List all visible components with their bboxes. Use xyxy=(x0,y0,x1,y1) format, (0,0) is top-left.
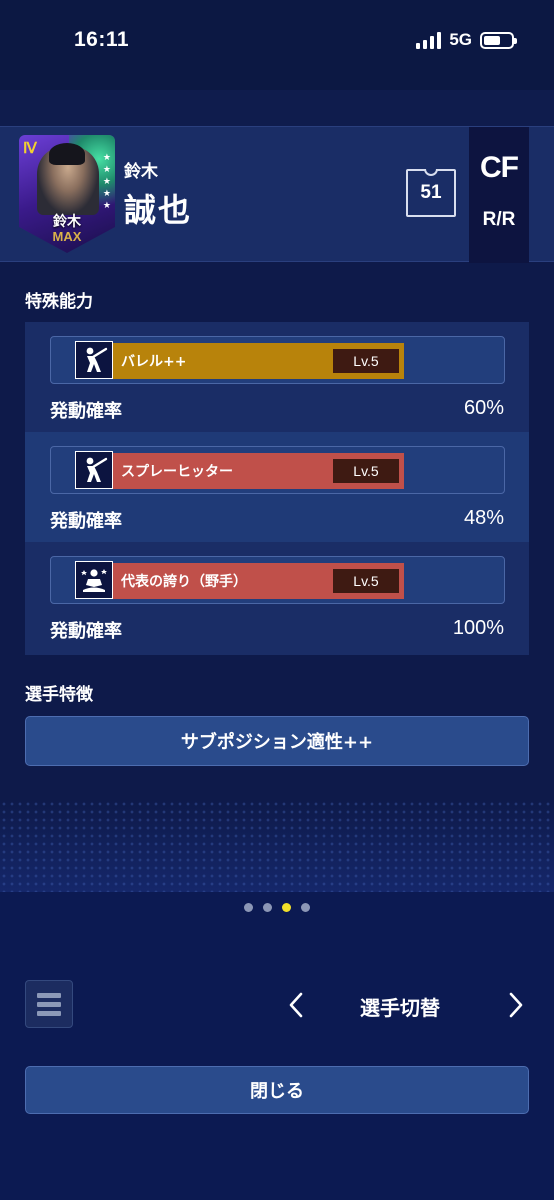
batter-icon xyxy=(75,341,113,379)
special-abilities-list: バレル++ Lv.5 発動確率 60% スプレーヒッター Lv.5 発動確率 4… xyxy=(25,322,529,655)
page-dot[interactable] xyxy=(263,903,272,912)
ability-level: Lv.5 xyxy=(333,349,399,373)
status-bar: 16:11 5G xyxy=(0,0,554,90)
ability-prob-value: 60% xyxy=(463,397,504,419)
menu-button[interactable] xyxy=(25,980,73,1028)
network-label: 5G xyxy=(449,30,472,49)
meditation-icon xyxy=(75,561,113,599)
jersey-icon xyxy=(424,169,438,176)
page-dot[interactable] xyxy=(244,903,253,912)
player-first-name: 誠也 xyxy=(124,191,193,229)
ability-item[interactable]: 代表の誇り（野手） Lv.5 xyxy=(50,556,505,604)
ability-prob-value: 48% xyxy=(463,507,504,529)
ability-bar: バレル++ Lv.5 xyxy=(113,343,404,379)
special-abilities-title: 特殊能力 xyxy=(25,292,93,312)
helmet-icon xyxy=(49,143,85,165)
ability-row: スプレーヒッター Lv.5 発動確率 48% xyxy=(25,432,529,542)
signal-icon xyxy=(416,31,442,49)
position-panel: CF R/R xyxy=(469,127,529,263)
ability-row: 代表の誇り（野手） Lv.5 発動確率 100% xyxy=(25,542,529,655)
player-switch-label: 選手切替 xyxy=(360,996,440,1020)
ability-prob-label: 発動確率 xyxy=(50,621,122,642)
status-indicators: 5G xyxy=(416,30,517,50)
card-level-badge: Ⅳ xyxy=(23,141,37,157)
player-traits-title: 選手特徴 xyxy=(25,685,93,705)
ability-level: Lv.5 xyxy=(333,459,399,483)
position-code: CF xyxy=(480,151,519,184)
jersey-number: 51 xyxy=(406,169,456,217)
ability-bar: スプレーヒッター Lv.5 xyxy=(113,453,404,489)
card-name: 鈴木 xyxy=(53,214,81,230)
jersey-number-value: 51 xyxy=(420,182,442,203)
card-grade: MAX xyxy=(52,229,82,244)
bat-throw: R/R xyxy=(482,209,516,230)
ability-bar: 代表の誇り（野手） Lv.5 xyxy=(113,563,404,599)
ability-row: バレル++ Lv.5 発動確率 60% xyxy=(25,322,529,432)
ability-prob-label: 発動確率 xyxy=(50,401,122,422)
chevron-right-icon[interactable] xyxy=(504,990,528,1020)
decorative-pattern xyxy=(0,800,554,892)
page-indicator xyxy=(0,903,554,912)
player-card[interactable]: Ⅳ ★ ★ ★ ★ ★ 鈴木 MAX xyxy=(19,135,115,253)
chevron-left-icon[interactable] xyxy=(284,990,308,1020)
ability-prob-value: 100% xyxy=(452,617,504,639)
ability-name: スプレーヒッター xyxy=(121,464,233,480)
ability-prob-label: 発動確率 xyxy=(50,511,122,532)
ability-name: 代表の誇り（野手） xyxy=(121,574,247,590)
battery-icon xyxy=(480,31,517,49)
ability-name: バレル++ xyxy=(121,354,187,370)
ability-level: Lv.5 xyxy=(333,569,399,593)
close-button[interactable]: 閉じる xyxy=(25,1066,529,1114)
ability-item[interactable]: バレル++ Lv.5 xyxy=(50,336,505,384)
bottom-area xyxy=(0,892,554,1200)
card-stars: ★ ★ ★ ★ ★ xyxy=(102,153,111,211)
header-band xyxy=(0,90,554,126)
batter-icon xyxy=(75,451,113,489)
player-last-name: 鈴木 xyxy=(124,162,158,182)
player-panel: Ⅳ ★ ★ ★ ★ ★ 鈴木 MAX 鈴木 誠也 51 CF R/R xyxy=(0,126,554,263)
page-dot-active[interactable] xyxy=(282,903,291,912)
status-time: 16:11 xyxy=(74,28,130,51)
ability-item[interactable]: スプレーヒッター Lv.5 xyxy=(50,446,505,494)
trait-button[interactable]: サブポジション適性++ xyxy=(25,716,529,766)
page-dot[interactable] xyxy=(301,903,310,912)
